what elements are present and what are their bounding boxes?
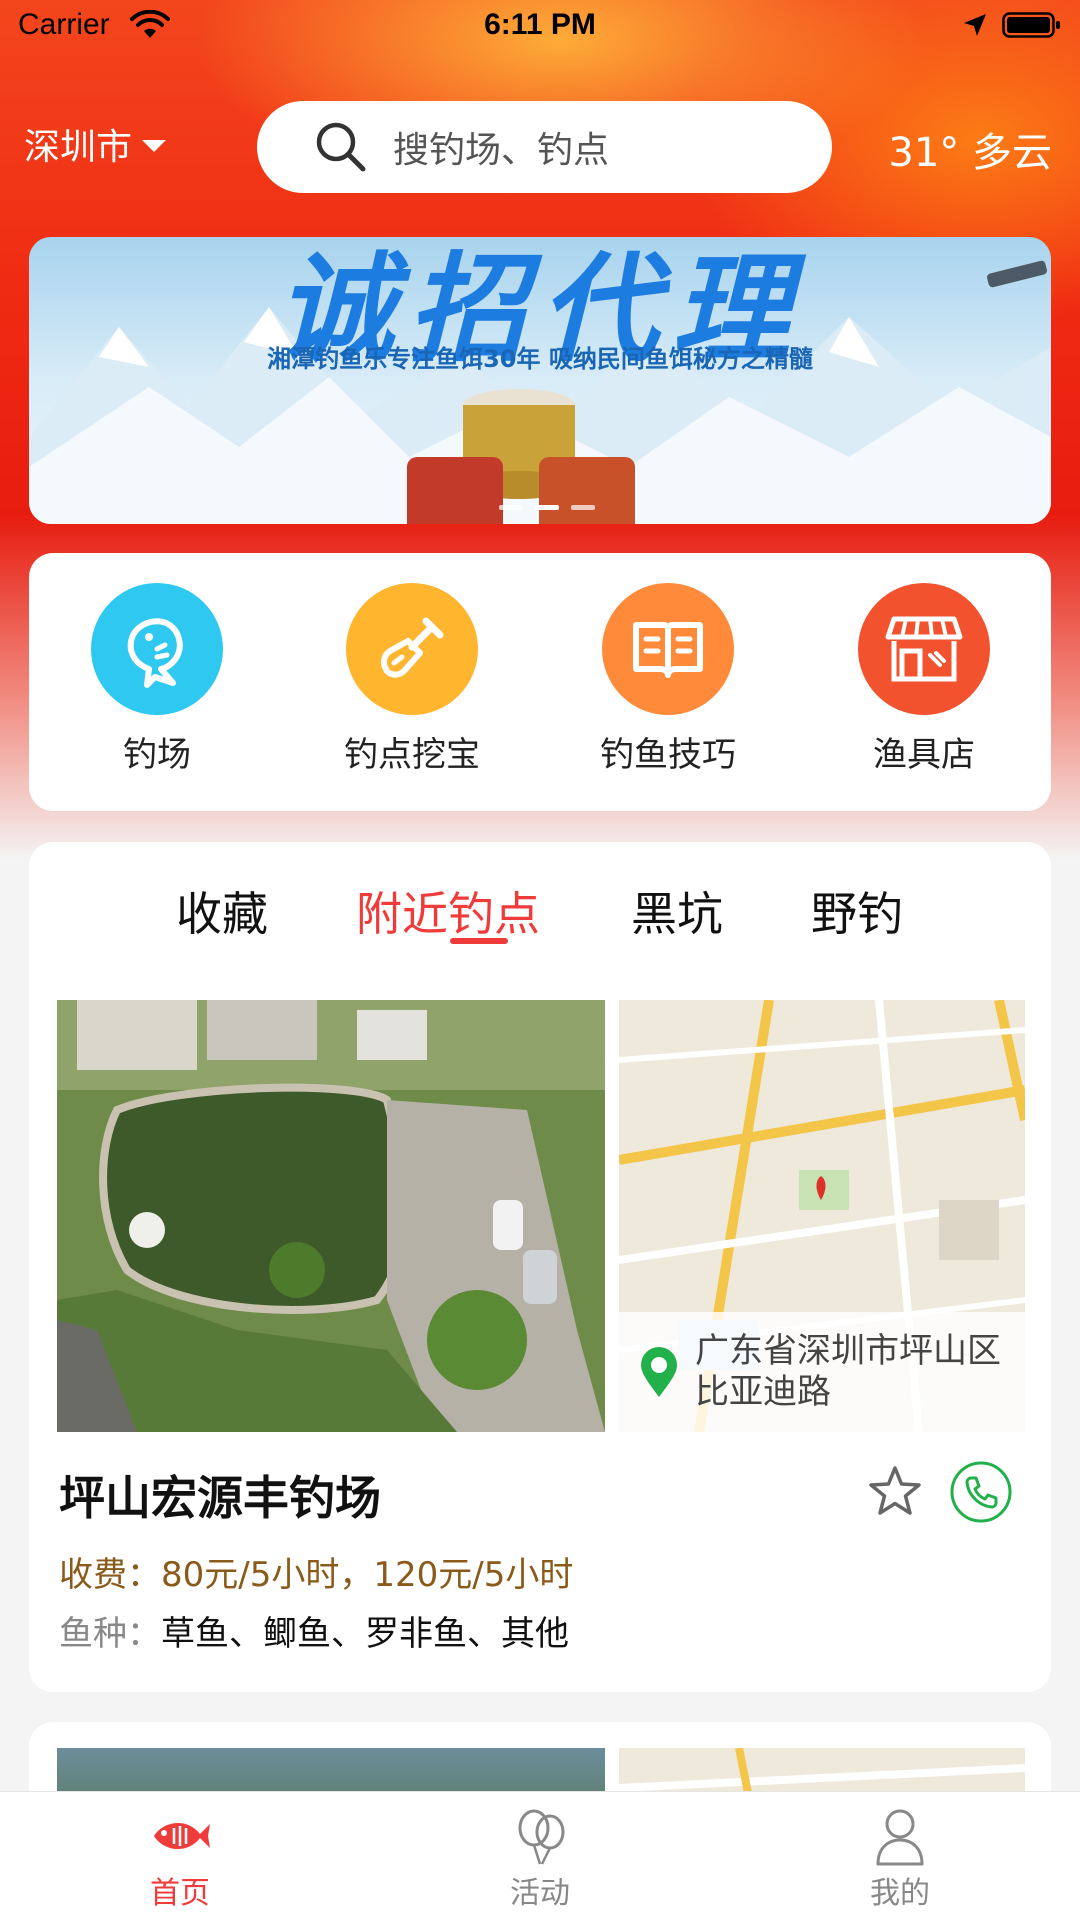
balloons-icon (518, 1809, 565, 1865)
tab-label: 我的 (870, 1876, 930, 1911)
weather-label: 31° 多云 (888, 130, 1052, 176)
category-label: 钓场 (123, 735, 191, 775)
fee-value: 80元/5小时，120元/5小时 (161, 1555, 574, 1595)
fish-value: 草鱼、鲫鱼、罗非鱼、其他 (161, 1614, 569, 1654)
tab-nearby-spots[interactable]: 附近钓点 (356, 878, 540, 944)
fish-home-icon (154, 1822, 210, 1850)
shop-icon (858, 583, 990, 715)
tab-paid-ponds[interactable]: 黑坑 (631, 878, 723, 944)
status-bar: Carrier 6:11 PM (0, 0, 1080, 54)
shovel-icon (346, 583, 478, 715)
location-arrow-icon (964, 14, 986, 36)
tab-label: 活动 (510, 1876, 570, 1911)
active-tab-indicator (450, 938, 508, 944)
category-label: 钓鱼技巧 (600, 735, 736, 775)
city-selector[interactable]: 深圳市 (24, 118, 167, 170)
book-icon (602, 583, 734, 715)
page-dot-active (535, 505, 559, 510)
tab-favorites[interactable]: 收藏 (176, 878, 268, 944)
battery-icon (1002, 12, 1060, 38)
caret-down-icon (142, 140, 167, 152)
category-spot-treasure[interactable]: 钓点挖宝 (302, 583, 522, 776)
fee-label: 收费： (59, 1555, 161, 1595)
category-fishing-ground[interactable]: 钓场 (47, 583, 267, 776)
page-dot (499, 505, 523, 510)
fish-label: 鱼种： (59, 1614, 161, 1654)
spot-address: 广东省深圳市坪山区比亚迪路 (695, 1331, 1001, 1412)
category-fishing-tips[interactable]: 钓鱼技巧 (558, 583, 778, 776)
search-bar[interactable]: 搜钓场、钓点 (257, 101, 832, 193)
banner-page-indicator (499, 505, 595, 510)
favorite-star-icon[interactable] (867, 1464, 923, 1520)
promo-banner[interactable]: 诚招代理 湘潭钓鱼乐专注鱼饵30年 吸纳民间鱼饵秘方之精髓 (29, 237, 1051, 524)
search-placeholder: 搜钓场、钓点 (393, 130, 610, 171)
search-icon (316, 122, 366, 172)
category-grid: 钓场 钓点挖宝 钓鱼技巧 渔具店 (29, 553, 1051, 811)
user-icon (876, 1809, 924, 1866)
spot-name: 坪山宏源丰钓场 (59, 1471, 381, 1525)
spot-fish-species: 鱼种：草鱼、鲫鱼、罗非鱼、其他 (59, 1606, 569, 1655)
category-tackle-shop[interactable]: 渔具店 (814, 583, 1034, 776)
category-label: 渔具店 (873, 735, 975, 775)
spot-card[interactable]: 广东省深圳市坪山区比亚迪路 坪山宏源丰钓场 收费：80元/5小时，120元/5小… (29, 982, 1051, 1692)
city-label: 深圳市 (24, 127, 133, 168)
spot-fee: 收费：80元/5小时，120元/5小时 (59, 1547, 573, 1596)
map-pin-icon (641, 1347, 677, 1397)
spot-filter-tabs: 收藏 附近钓点 黑坑 野钓 (29, 842, 1051, 982)
spot-photo[interactable] (57, 1000, 605, 1432)
tab-label: 首页 (150, 1876, 210, 1911)
banner-subtitle: 湘潭钓鱼乐专注鱼饵30年 吸纳民间鱼饵秘方之精髓 (267, 345, 813, 373)
map-address-overlay: 广东省深圳市坪山区比亚迪路 (619, 1312, 1025, 1432)
tab-activities[interactable]: 活动 (440, 1806, 640, 1912)
tab-home[interactable]: 首页 (80, 1806, 280, 1912)
tab-wild-fishing[interactable]: 野钓 (811, 878, 903, 944)
bottom-tab-bar: 首页 活动 我的 (0, 1791, 1080, 1920)
spot-map[interactable]: 广东省深圳市坪山区比亚迪路 (619, 1000, 1025, 1432)
category-label: 钓点挖宝 (344, 735, 480, 775)
clock: 6:11 PM (484, 8, 596, 41)
fish-icon (91, 583, 223, 715)
phone-call-icon[interactable] (949, 1460, 1013, 1524)
tab-profile[interactable]: 我的 (800, 1806, 1000, 1912)
page-dot (571, 505, 595, 510)
